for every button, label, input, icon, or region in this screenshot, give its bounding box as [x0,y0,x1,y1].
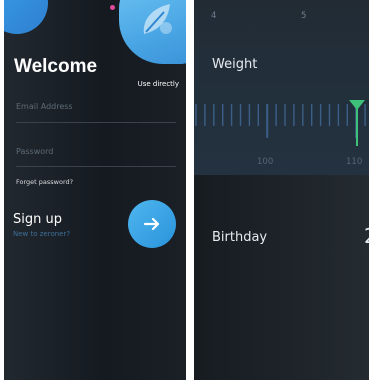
submit-button[interactable] [128,200,176,248]
birthday-panel [194,175,369,380]
password-underline [16,166,176,167]
ruler-number: 4 [211,11,217,21]
decorative-dot [110,5,115,10]
email-underline [16,122,176,123]
email-field[interactable]: Email Address [16,102,73,111]
ruler-number: 5 [301,11,307,21]
profile-screen: 4 5 Weight 100 110 Birthday 2 [194,0,369,380]
login-screen: Welcome Use directly Email Address Passw… [4,0,186,380]
weight-label: Weight [212,57,258,72]
ruler-number: 110 [346,157,363,167]
decorative-blob-top-right [119,0,186,64]
weight-panel [194,0,369,175]
birthday-label: Birthday [212,230,268,245]
leaf-icon [143,4,172,34]
weight-ruler[interactable] [194,96,369,148]
signup-link[interactable]: Sign up [13,212,62,227]
forgot-password-link[interactable]: Forget password? [16,178,73,186]
signup-subtitle: New to zeroner? [13,230,71,238]
birthday-value[interactable]: 2 [364,224,369,248]
arrow-right-icon [143,217,160,231]
password-field[interactable]: Password [16,147,53,156]
use-directly-link[interactable]: Use directly [138,80,179,88]
welcome-title: Welcome [14,56,98,77]
decorative-blob-top-left [4,0,48,34]
ruler-number: 100 [257,157,274,167]
